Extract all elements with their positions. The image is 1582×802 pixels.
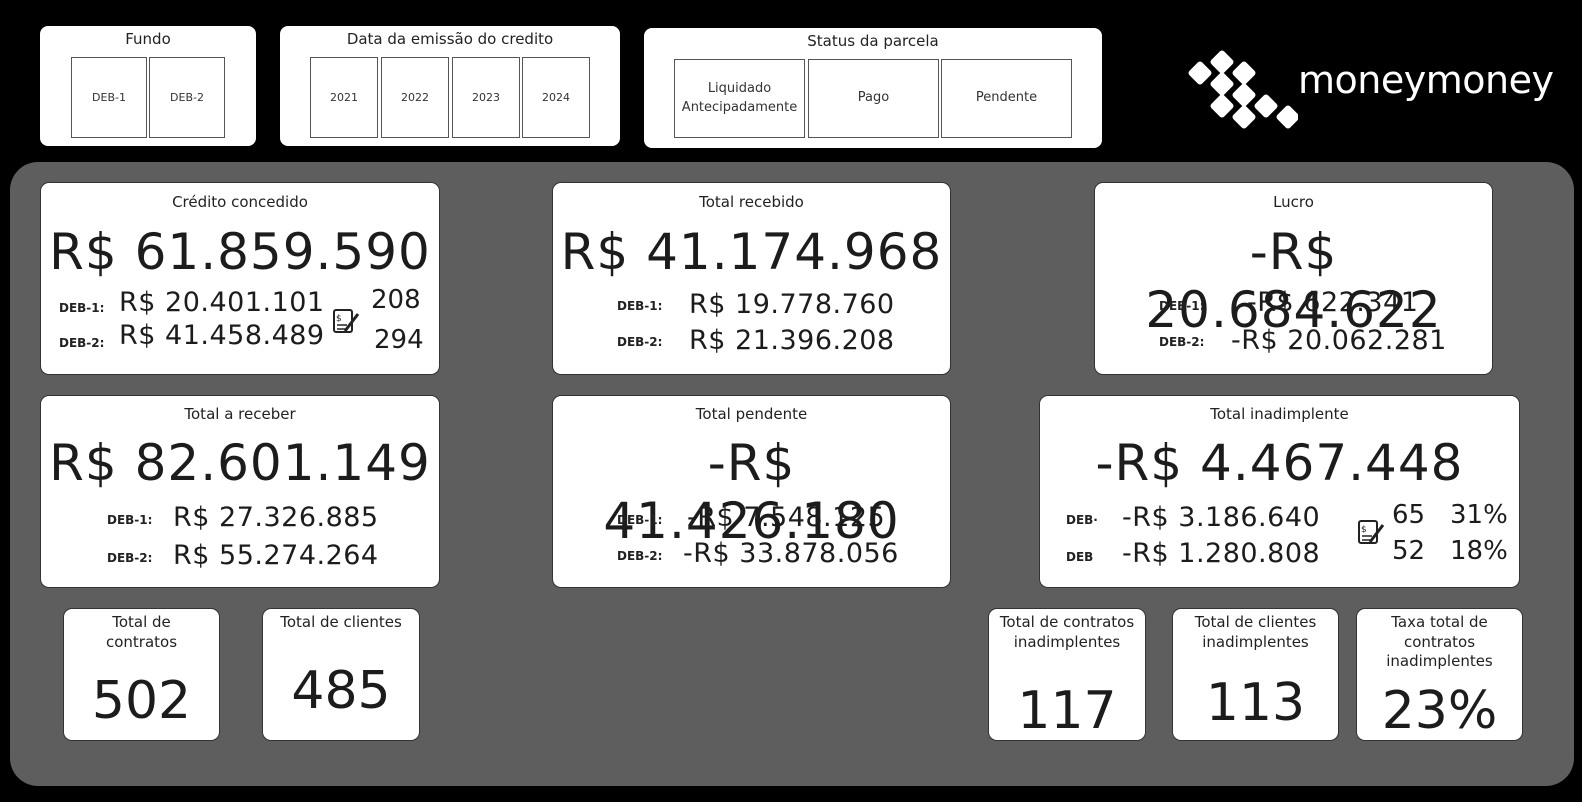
deb1-percent: 31% bbox=[1450, 500, 1508, 530]
data-emissao-option-2023[interactable]: 2023 bbox=[452, 57, 520, 138]
card-title: Lucro bbox=[1273, 193, 1314, 211]
total-value: -R$ 20.684.622 bbox=[1145, 223, 1442, 339]
total-pendente-card: Total pendente -R$ 41.426.180 DEB-1: -R$… bbox=[552, 395, 951, 588]
data-emissao-slicer-title: Data da emissão do credito bbox=[346, 30, 554, 48]
total-value: R$ 82.601.149 bbox=[49, 434, 431, 492]
deb2-value: R$ 55.274.264 bbox=[173, 540, 379, 571]
kpi-value: 113 bbox=[1205, 673, 1306, 733]
data-emissao-slicer: Data da emissão do credito 2021 2022 202… bbox=[280, 26, 620, 146]
fundo-option-deb1[interactable]: DEB-1 bbox=[71, 57, 147, 138]
status-option-liquidado[interactable]: Liquidado Antecipadamente bbox=[674, 59, 805, 138]
taxa-contratos-inadimplentes-card: Taxa total de contratos inadimplentes 23… bbox=[1356, 608, 1523, 741]
fundo-slicer-title: Fundo bbox=[125, 30, 171, 48]
deb1-label: DEB-1: bbox=[1159, 299, 1205, 313]
total-contratos-inadimplentes-card: Total de contratos inadimplentes 117 bbox=[988, 608, 1146, 741]
fundo-slicer: Fundo DEB-1 DEB-2 bbox=[40, 26, 256, 146]
total-clientes-inadimplentes-card: Total de clientes inadimplentes 113 bbox=[1172, 608, 1339, 741]
deb1-label: DEB-1: bbox=[59, 301, 105, 315]
kpi-title: Total de clientes inadimplentes bbox=[1194, 613, 1317, 651]
kpi-title: Total de contratos inadimplentes bbox=[999, 613, 1135, 651]
kpi-value: 502 bbox=[91, 671, 192, 731]
deb1-value: R$ 19.778.760 bbox=[689, 289, 895, 320]
kpi-value: 117 bbox=[1017, 681, 1117, 741]
deb2-value: R$ 21.396.208 bbox=[689, 325, 895, 356]
deb1-value: -R$ 622.341 bbox=[1247, 287, 1419, 318]
svg-text:$: $ bbox=[1361, 525, 1367, 535]
deb2-label: DEB-2: bbox=[617, 335, 663, 349]
total-a-receber-card: Total a receber R$ 82.601.149 DEB-1: R$ … bbox=[40, 395, 440, 588]
deb2-value: -R$ 1.280.808 bbox=[1122, 538, 1321, 569]
deb2-value: R$ 41.458.489 bbox=[119, 320, 325, 351]
kpi-value: 485 bbox=[291, 661, 391, 721]
deb1-label: DEB-1: bbox=[107, 513, 153, 527]
moneymoney-logo: moneymoney bbox=[1186, 48, 1554, 138]
deb1-value: -R$ 3.186.640 bbox=[1122, 502, 1321, 533]
credito-concedido-card: Crédito concedido R$ 61.859.590 DEB-1: R… bbox=[40, 182, 440, 375]
deb2-count: 52 bbox=[1392, 536, 1426, 566]
kpi-title: Total de clientes bbox=[280, 613, 402, 631]
total-value: R$ 41.174.968 bbox=[560, 223, 943, 281]
status-option-pago[interactable]: Pago bbox=[808, 59, 939, 138]
card-title: Total recebido bbox=[699, 193, 804, 211]
total-value: R$ 61.859.590 bbox=[49, 223, 431, 281]
kpi-title: Total de contratos bbox=[105, 613, 178, 651]
deb1-count: 208 bbox=[371, 285, 421, 315]
status-option-pendente[interactable]: Pendente bbox=[941, 59, 1072, 138]
card-title: Total a receber bbox=[184, 405, 296, 423]
deb2-value: -R$ 20.062.281 bbox=[1231, 325, 1447, 356]
deb2-percent: 18% bbox=[1450, 536, 1508, 566]
deb2-label: DEB bbox=[1066, 550, 1094, 564]
deb1-value: R$ 27.326.885 bbox=[173, 502, 379, 533]
contract-icon: $ bbox=[1358, 520, 1385, 544]
contract-icon: $ bbox=[333, 309, 360, 333]
deb2-label: DEB-2: bbox=[617, 549, 663, 563]
data-emissao-option-2024[interactable]: 2024 bbox=[522, 57, 590, 138]
status-parcela-slicer-title: Status da parcela bbox=[807, 32, 939, 50]
status-parcela-slicer: Status da parcela Liquidado Antecipadame… bbox=[644, 28, 1102, 148]
deb1-label: DEB· bbox=[1066, 513, 1098, 527]
deb1-label: DEB-1: bbox=[617, 513, 663, 527]
card-title: Total pendente bbox=[695, 405, 808, 423]
deb1-label: DEB-1: bbox=[617, 299, 663, 313]
fundo-option-deb2[interactable]: DEB-2 bbox=[149, 57, 225, 138]
total-contratos-card: Total de contratos 502 bbox=[63, 608, 220, 741]
deb2-label: DEB-2: bbox=[59, 336, 105, 350]
deb1-value: R$ 20.401.101 bbox=[119, 287, 325, 318]
deb1-value: -R$ 7.548.125 bbox=[687, 502, 886, 533]
deb2-label: DEB-2: bbox=[107, 551, 153, 565]
card-title: Crédito concedido bbox=[172, 193, 308, 211]
deb2-label: DEB-2: bbox=[1159, 335, 1205, 349]
total-value: -R$ 4.467.448 bbox=[1095, 434, 1464, 492]
data-emissao-option-2021[interactable]: 2021 bbox=[310, 57, 378, 138]
deb2-count: 294 bbox=[374, 325, 424, 355]
deb1-count: 65 bbox=[1392, 500, 1426, 530]
total-inadimplente-card: Total inadimplente -R$ 4.467.448 DEB· -R… bbox=[1039, 395, 1520, 588]
kpi-value: 23% bbox=[1381, 681, 1498, 741]
svg-text:$: $ bbox=[336, 314, 342, 324]
total-recebido-card: Total recebido R$ 41.174.968 DEB-1: R$ 1… bbox=[552, 182, 951, 375]
total-clientes-card: Total de clientes 485 bbox=[262, 608, 420, 741]
data-emissao-option-2022[interactable]: 2022 bbox=[381, 57, 449, 138]
lucro-card: Lucro -R$ 20.684.622 DEB-1: -R$ 622.341 … bbox=[1094, 182, 1493, 375]
kpi-title: Taxa total de contratos inadimplentes bbox=[1386, 613, 1493, 670]
logo-text: moneymoney bbox=[1298, 58, 1554, 102]
diamond-grid-logo-icon bbox=[1188, 50, 1298, 129]
card-title: Total inadimplente bbox=[1210, 405, 1349, 423]
deb2-value: -R$ 33.878.056 bbox=[683, 538, 899, 569]
